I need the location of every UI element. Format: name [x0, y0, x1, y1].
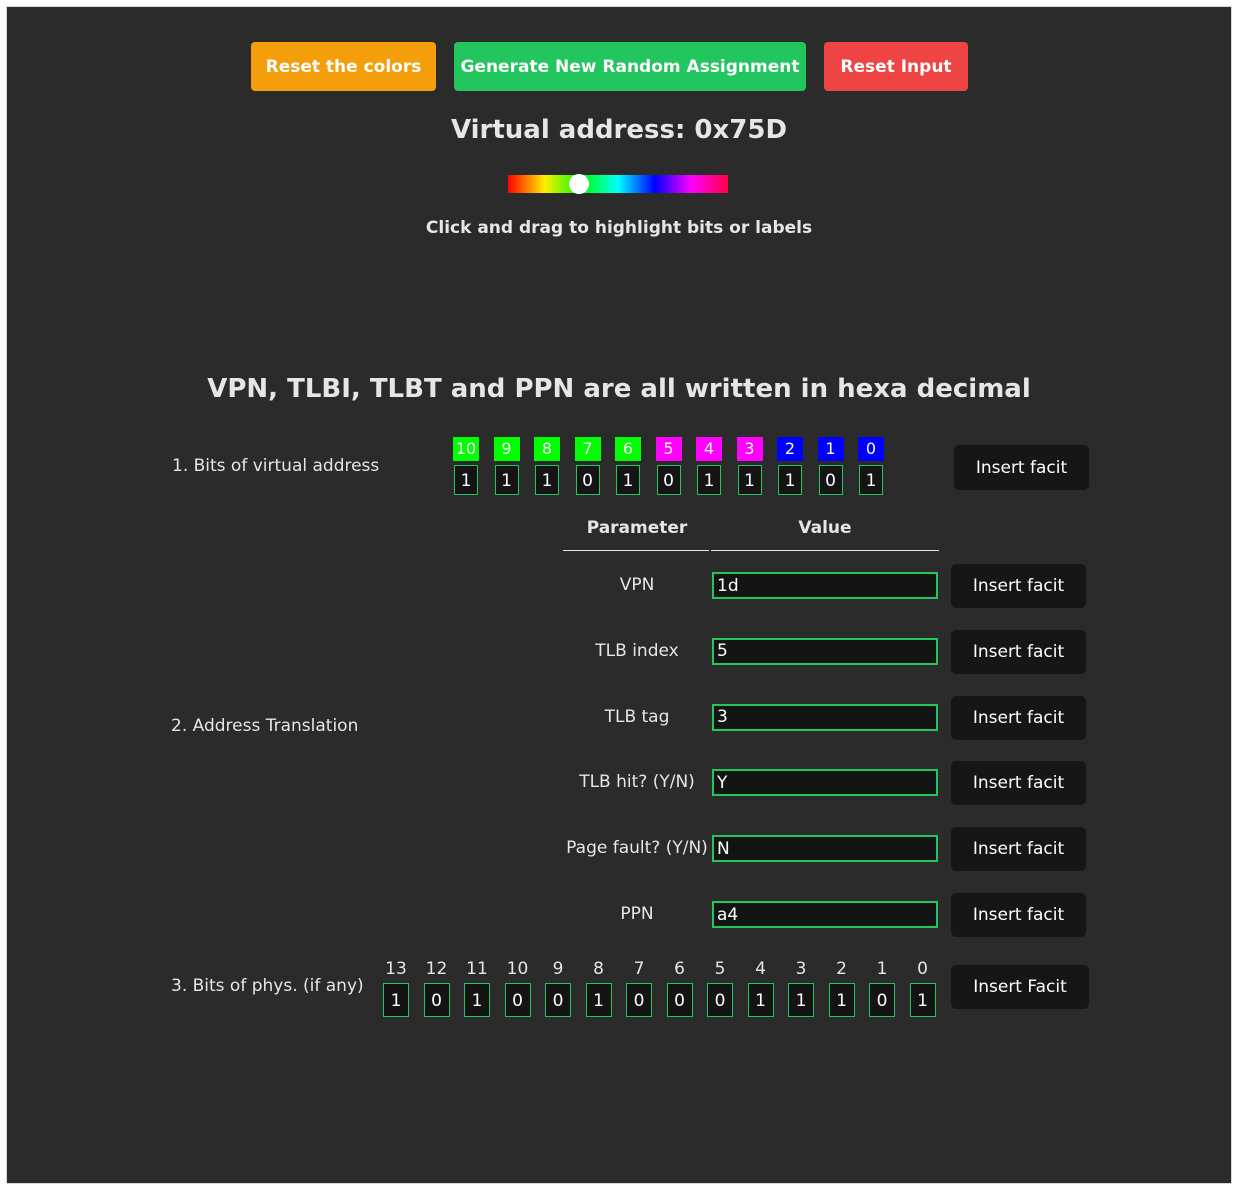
virtual-bit-value[interactable]: 0 [575, 465, 600, 495]
virtual-bit-label[interactable]: 2 [777, 437, 803, 461]
parameter-label: TLB index [595, 640, 679, 661]
parameter-label: Page fault? (Y/N) [566, 838, 708, 859]
phys-bit-label[interactable]: 12 [424, 959, 450, 979]
parameter-label: TLB hit? (Y/N) [579, 772, 695, 793]
insert-facit-button[interactable]: Insert facit [951, 761, 1086, 806]
phys-bit-value[interactable]: 1 [788, 983, 814, 1017]
phys-bit-label[interactable]: 0 [910, 959, 936, 979]
phys-bit-value[interactable]: 0 [504, 983, 531, 1017]
parameter-value-input[interactable] [712, 637, 938, 665]
app-frame: Reset the colors Generate New Random Ass… [6, 6, 1232, 1184]
virtual-bit-label[interactable]: 1 [817, 437, 844, 461]
parameter-value-input[interactable] [712, 835, 938, 863]
virtual-bit-value[interactable]: 1 [616, 465, 640, 495]
virtual-bit-label[interactable]: 0 [858, 437, 884, 461]
section2-label: 2. Address Translation [171, 716, 359, 736]
phys-bit-value[interactable]: 0 [545, 983, 571, 1017]
virtual-bit-value[interactable]: 1 [535, 465, 559, 495]
insert-facit-button[interactable]: Insert facit [951, 827, 1086, 872]
section1-label: 1. Bits of virtual address [172, 456, 380, 476]
parameter-label: VPN [619, 575, 655, 595]
parameter-value-input[interactable] [712, 769, 938, 797]
virtual-bit-label[interactable]: 7 [574, 437, 601, 461]
color-slider-thumb[interactable] [569, 174, 589, 194]
highlight-hint: Click and drag to highlight bits or labe… [425, 218, 813, 238]
parameter-value-input[interactable] [712, 901, 938, 928]
parameter-value-input[interactable] [712, 572, 938, 599]
virtual-bit-label[interactable]: 8 [534, 437, 560, 461]
hex-notice: VPN, TLBI, TLBT and PPN are all written … [207, 374, 1031, 404]
phys-bit-value[interactable]: 1 [464, 983, 490, 1017]
insert-facit-button[interactable]: Insert facit [951, 893, 1086, 937]
phys-bit-label[interactable]: 1 [869, 959, 895, 979]
virtual-bit-value[interactable]: 1 [737, 465, 762, 495]
section3-label: 3. Bits of phys. (if any) [171, 976, 364, 996]
phys-bit-value[interactable]: 1 [828, 983, 855, 1017]
phys-bit-value[interactable]: 0 [423, 983, 450, 1017]
virtual-bit-value[interactable]: 1 [859, 465, 883, 495]
phys-bit-value[interactable]: 0 [626, 983, 652, 1017]
virtual-address-title: Virtual address: 0x75D [450, 115, 788, 145]
parameter-label: TLB tag [604, 706, 670, 727]
phys-bit-value[interactable]: 0 [707, 983, 733, 1017]
virtual-bit-value[interactable]: 1 [778, 465, 802, 495]
generate-assignment-button[interactable]: Generate New Random Assignment [454, 42, 806, 91]
phys-bit-value[interactable]: 1 [383, 983, 409, 1017]
phys-bit-value[interactable]: 1 [909, 983, 936, 1017]
phys-bit-label[interactable]: 13 [383, 959, 409, 979]
phys-bit-value[interactable]: 0 [666, 983, 693, 1017]
phys-bit-value[interactable]: 0 [869, 983, 895, 1017]
phys-bit-label[interactable]: 6 [667, 959, 693, 979]
virtual-bit-value[interactable]: 0 [656, 465, 681, 495]
phys-bit-label[interactable]: 7 [626, 959, 652, 979]
insert-facit-bits-button[interactable]: Insert facit [954, 445, 1089, 490]
phys-bit-value[interactable]: 1 [747, 983, 774, 1017]
table-header-rule [563, 550, 709, 551]
table-header-value: Value [798, 518, 852, 538]
virtual-bit-value[interactable]: 1 [454, 465, 478, 495]
phys-bit-label[interactable]: 5 [707, 959, 733, 979]
parameter-label: PPN [620, 904, 654, 924]
phys-bit-label[interactable]: 4 [748, 959, 774, 979]
phys-bit-label[interactable]: 3 [788, 959, 814, 979]
insert-facit-phys-button[interactable]: Insert Facit [951, 965, 1089, 1009]
phys-bit-value[interactable]: 1 [585, 983, 612, 1017]
virtual-bit-value[interactable]: 1 [494, 465, 519, 495]
insert-facit-button[interactable]: Insert facit [951, 629, 1086, 674]
virtual-bit-value[interactable]: 0 [818, 465, 843, 495]
virtual-bit-label[interactable]: 3 [736, 437, 763, 461]
table-header-parameter: Parameter [586, 518, 688, 538]
reset-input-button[interactable]: Reset Input [824, 42, 968, 91]
virtual-bit-label[interactable]: 5 [655, 437, 682, 461]
phys-bit-label[interactable]: 11 [464, 959, 490, 979]
color-slider-track[interactable] [508, 175, 728, 193]
phys-bit-label[interactable]: 2 [829, 959, 855, 979]
phys-bit-label[interactable]: 10 [505, 959, 531, 979]
insert-facit-button[interactable]: Insert facit [951, 564, 1086, 608]
virtual-bit-label[interactable]: 10 [453, 437, 479, 461]
virtual-bit-label[interactable]: 4 [696, 437, 722, 461]
insert-facit-button[interactable]: Insert facit [951, 695, 1086, 740]
table-header-rule [711, 550, 939, 551]
parameter-value-input[interactable] [712, 703, 938, 731]
virtual-bit-label[interactable]: 9 [493, 437, 520, 461]
reset-colors-button[interactable]: Reset the colors [251, 42, 436, 91]
virtual-bit-value[interactable]: 1 [697, 465, 721, 495]
phys-bit-label[interactable]: 9 [545, 959, 571, 979]
virtual-bit-label[interactable]: 6 [615, 437, 641, 461]
phys-bit-label[interactable]: 8 [586, 959, 612, 979]
